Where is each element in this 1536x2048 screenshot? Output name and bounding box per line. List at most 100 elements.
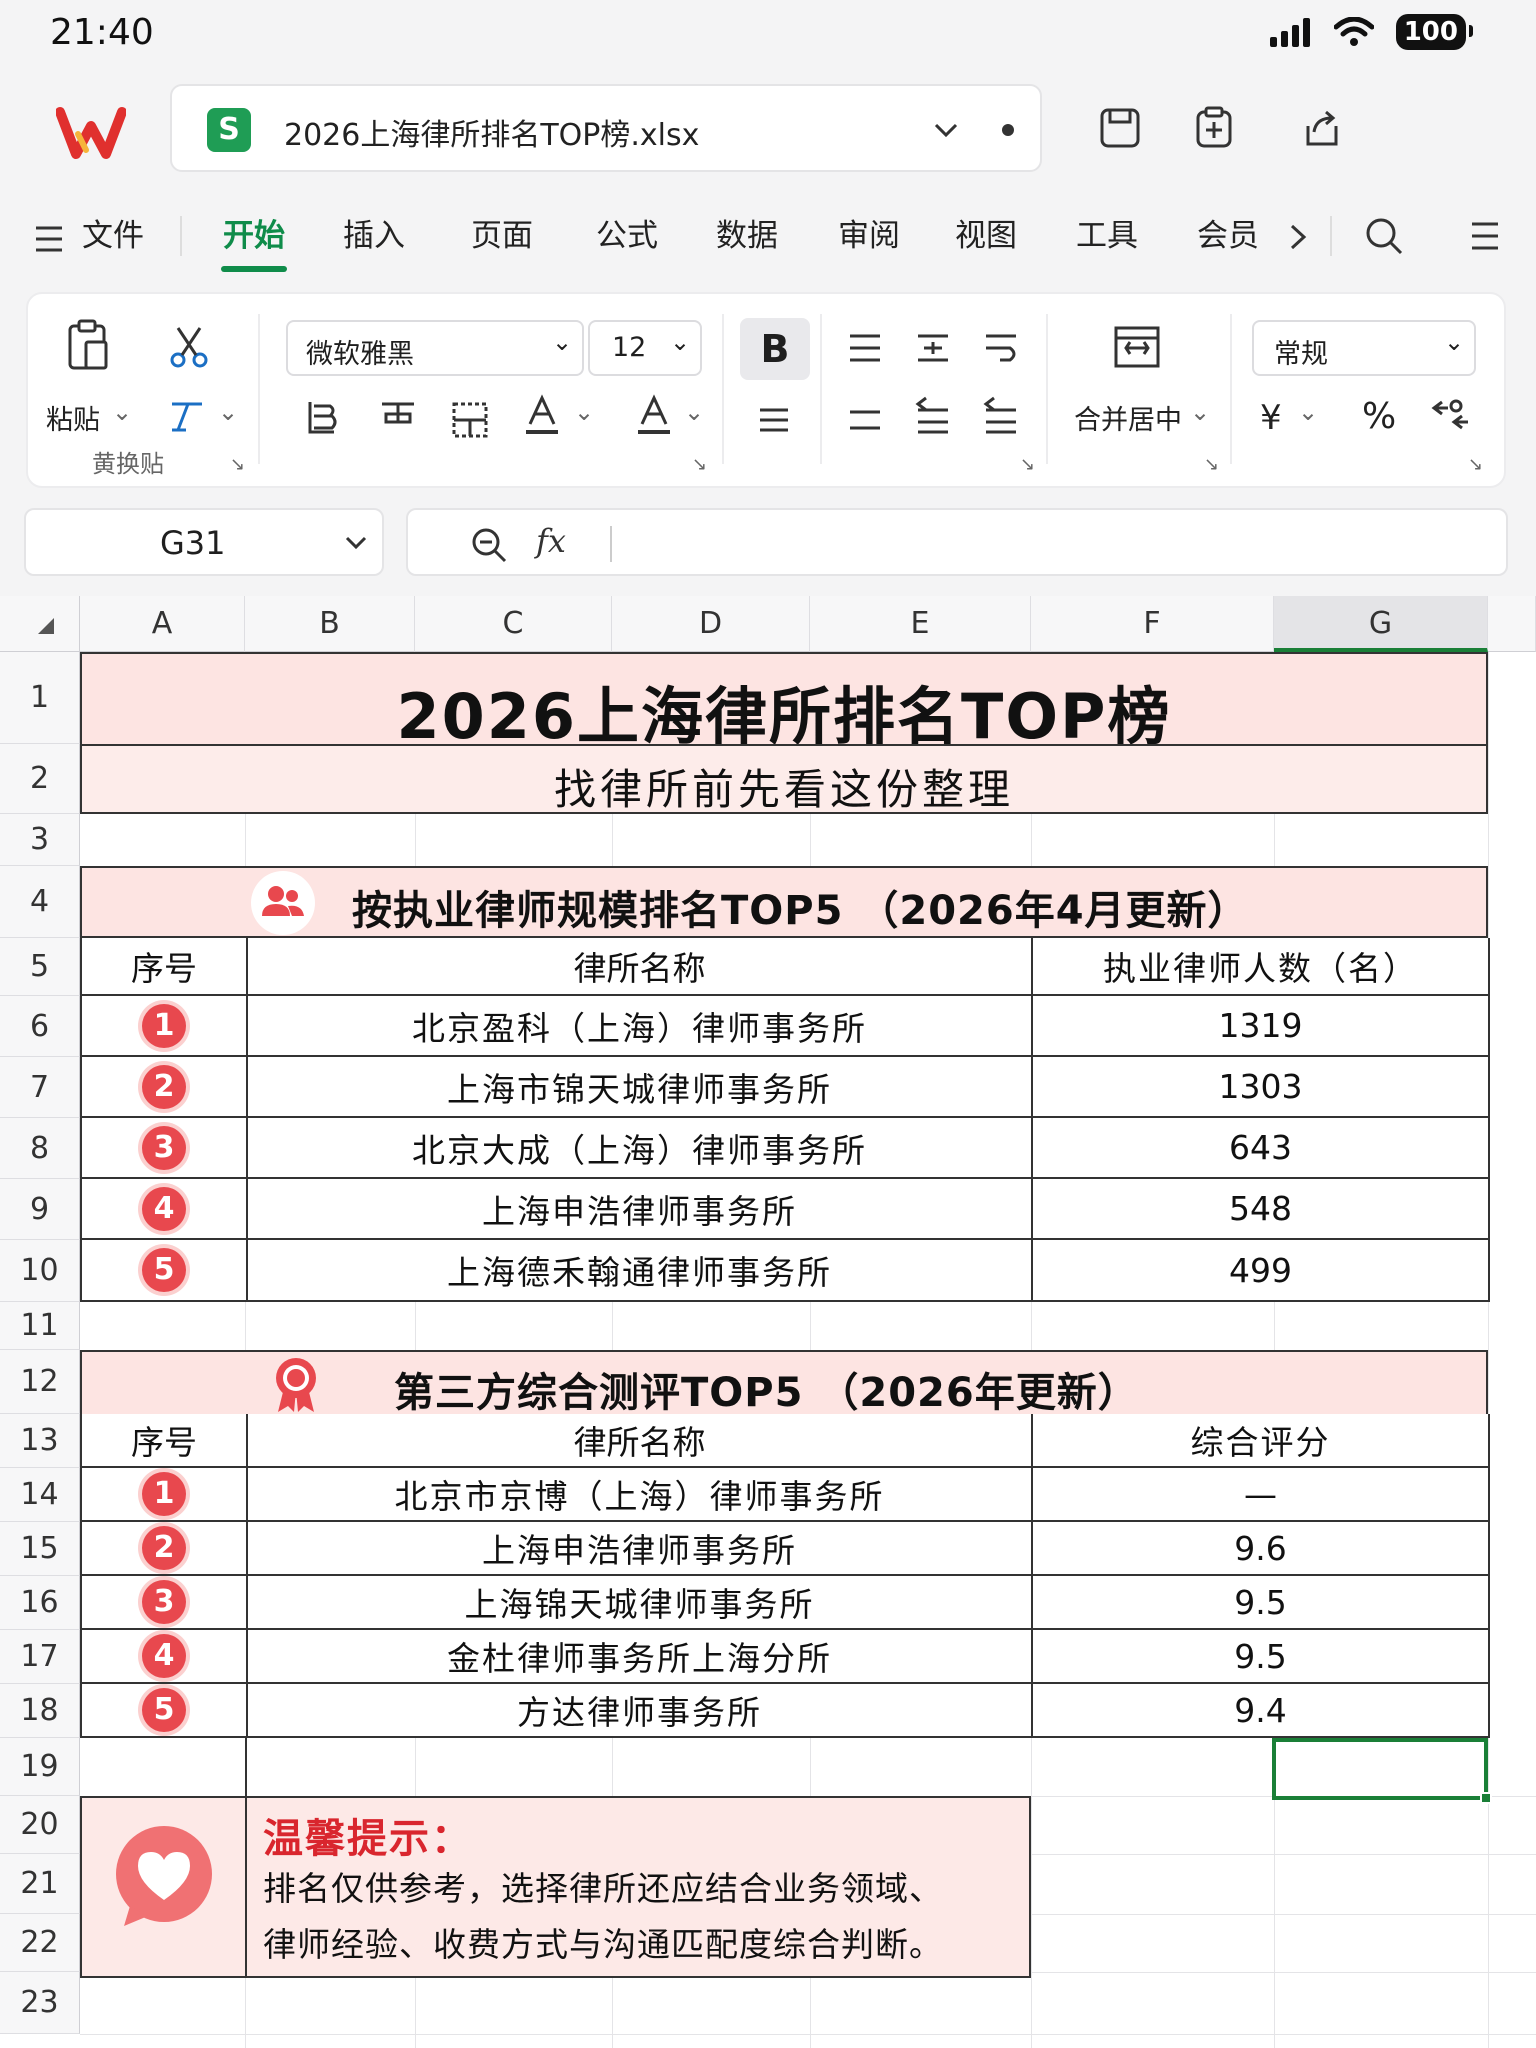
rank-cell[interactable]: 4 <box>82 1630 248 1684</box>
paste-special-label[interactable]: 黄换贴 <box>92 444 164 479</box>
expand-corner-icon[interactable]: ↘ <box>1020 454 1035 475</box>
fx-icon[interactable]: fx <box>536 522 566 560</box>
row-header-4[interactable]: 4 <box>0 866 80 938</box>
row-header-11[interactable]: 11 <box>0 1302 80 1350</box>
row-header-14[interactable]: 14 <box>0 1468 80 1522</box>
chevron-down-icon[interactable]: ⌄ <box>1298 398 1318 426</box>
row-header-21[interactable]: 21 <box>0 1854 80 1914</box>
row-header-13[interactable]: 13 <box>0 1414 80 1468</box>
value-cell[interactable]: 9.5 <box>1033 1576 1490 1630</box>
format-dropdown-icon[interactable]: ⌄ <box>218 398 238 426</box>
spreadsheet-grid[interactable]: A B C D E F G 1 2 3 4 5 6 7 8 9 10 11 12… <box>0 596 1536 2048</box>
row-header-6[interactable]: 6 <box>0 996 80 1057</box>
chevron-down-icon[interactable]: ⌄ <box>684 398 704 426</box>
row-header-15[interactable]: 15 <box>0 1522 80 1576</box>
row-header-17[interactable]: 17 <box>0 1630 80 1684</box>
tab-page[interactable]: 页面 <box>471 210 533 255</box>
rank-cell[interactable]: 3 <box>82 1118 248 1179</box>
strikethrough-icon[interactable] <box>754 400 794 440</box>
rank-cell[interactable]: 1 <box>82 996 248 1057</box>
row-header-8[interactable]: 8 <box>0 1118 80 1179</box>
row-header-1[interactable]: 1 <box>0 652 80 744</box>
firm-name-cell[interactable]: 北京盈科（上海）律师事务所 <box>248 996 1033 1057</box>
value-cell[interactable]: 643 <box>1033 1118 1490 1179</box>
format-painter-icon[interactable] <box>168 396 208 436</box>
search-icon[interactable] <box>1364 216 1404 256</box>
row-header-9[interactable]: 9 <box>0 1179 80 1240</box>
paste-button[interactable]: 粘贴 <box>46 398 100 437</box>
chevron-right-icon[interactable] <box>1286 220 1310 254</box>
row-header-12[interactable]: 12 <box>0 1350 80 1414</box>
tab-home[interactable]: 开始 <box>223 210 285 255</box>
row-header-5[interactable]: 5 <box>0 938 80 996</box>
tab-file[interactable]: 文件 <box>82 210 144 255</box>
rank-cell[interactable]: 5 <box>82 1684 248 1738</box>
col-header-b[interactable]: B <box>245 596 415 652</box>
value-cell[interactable]: — <box>1033 1468 1490 1522</box>
value-cell[interactable]: 9.4 <box>1033 1684 1490 1738</box>
expand-corner-icon[interactable]: ↘ <box>230 454 245 475</box>
col-header-a[interactable]: A <box>80 596 245 652</box>
rank-cell[interactable]: 1 <box>82 1468 248 1522</box>
firm-name-cell[interactable]: 上海市锦天城律师事务所 <box>248 1057 1033 1118</box>
col-header-d[interactable]: D <box>612 596 810 652</box>
cut-icon[interactable] <box>166 324 212 370</box>
rank-cell[interactable]: 2 <box>82 1057 248 1118</box>
selected-cell[interactable] <box>1272 1738 1488 1800</box>
firm-name-cell[interactable]: 上海锦天城律师事务所 <box>248 1576 1033 1630</box>
row-header-18[interactable]: 18 <box>0 1684 80 1738</box>
row-header-2[interactable]: 2 <box>0 744 80 814</box>
row-header-7[interactable]: 7 <box>0 1057 80 1118</box>
font-size-select[interactable]: 12 ⌄ <box>588 320 702 376</box>
value-cell[interactable]: 499 <box>1033 1240 1490 1302</box>
col-header-g[interactable]: G <box>1274 596 1488 652</box>
tab-insert[interactable]: 插入 <box>343 210 405 255</box>
name-box[interactable]: G31 <box>24 508 384 576</box>
row-header-16[interactable]: 16 <box>0 1576 80 1630</box>
rank-cell[interactable]: 3 <box>82 1576 248 1630</box>
expand-corner-icon[interactable]: ↘ <box>1468 454 1483 475</box>
firm-name-cell[interactable]: 北京大成（上海）律师事务所 <box>248 1118 1033 1179</box>
value-cell[interactable]: 548 <box>1033 1179 1490 1240</box>
tab-formula[interactable]: 公式 <box>596 210 658 255</box>
row-header-19[interactable]: 19 <box>0 1738 80 1796</box>
number-format-select[interactable]: 常规 ⌄ <box>1252 320 1476 376</box>
tab-member[interactable]: 会员 <box>1197 210 1259 255</box>
rank-cell[interactable]: 2 <box>82 1522 248 1576</box>
col-header-c[interactable]: C <box>415 596 612 652</box>
cell-border-icon[interactable] <box>450 400 490 440</box>
tab-tools[interactable]: 工具 <box>1076 210 1138 255</box>
new-page-icon[interactable] <box>1192 106 1236 150</box>
chevron-down-icon[interactable] <box>932 118 960 142</box>
value-cell[interactable]: 1303 <box>1033 1057 1490 1118</box>
align-top-icon[interactable] <box>846 330 884 366</box>
firm-name-cell[interactable]: 上海申浩律师事务所 <box>248 1179 1033 1240</box>
fill-color-icon[interactable] <box>378 398 418 440</box>
firm-name-cell[interactable]: 上海德禾翰通律师事务所 <box>248 1240 1033 1302</box>
rank-cell[interactable]: 4 <box>82 1179 248 1240</box>
currency-button[interactable]: ¥ <box>1260 398 1282 438</box>
row-header-23[interactable]: 23 <box>0 1972 80 2034</box>
share-icon[interactable] <box>1300 106 1344 150</box>
firm-name-cell[interactable]: 方达律师事务所 <box>248 1684 1033 1738</box>
firm-name-cell[interactable]: 北京市京博（上海）律师事务所 <box>248 1468 1033 1522</box>
formula-bar[interactable]: fx <box>406 508 1508 576</box>
row-header-22[interactable]: 22 <box>0 1914 80 1972</box>
wps-logo-icon[interactable] <box>56 104 126 160</box>
col-header-e[interactable]: E <box>810 596 1031 652</box>
tab-review[interactable]: 审阅 <box>838 210 900 255</box>
merge-center-button[interactable]: 合并居中 <box>1074 398 1182 437</box>
row-header-3[interactable]: 3 <box>0 814 80 866</box>
fill-handle[interactable] <box>1480 1792 1492 1804</box>
row-header-10[interactable]: 10 <box>0 1240 80 1302</box>
font-name-select[interactable]: 微软雅黑 ⌄ <box>286 320 584 376</box>
file-name-bar[interactable]: S 2026上海律所排名TOP榜.xlsx <box>170 84 1042 172</box>
value-cell[interactable]: 9.6 <box>1033 1522 1490 1576</box>
chevron-down-icon[interactable]: ⌄ <box>574 398 594 426</box>
bold-button[interactable]: B <box>740 318 810 380</box>
col-header-f[interactable]: F <box>1031 596 1274 652</box>
more-menu-icon[interactable] <box>1470 220 1500 252</box>
decimal-icon[interactable] <box>1428 394 1468 436</box>
zoom-out-icon[interactable] <box>470 526 508 564</box>
select-all-corner[interactable] <box>0 596 80 652</box>
